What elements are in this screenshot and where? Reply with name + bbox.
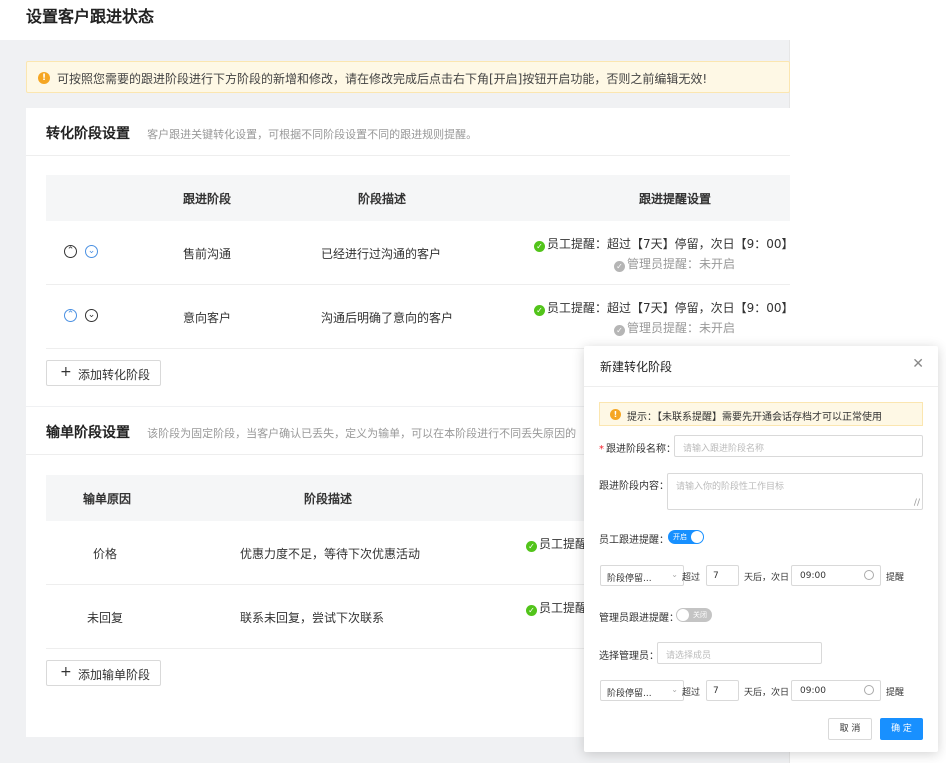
over-text: 超过 xyxy=(682,688,701,698)
time-picker[interactable]: 09:00 xyxy=(791,680,881,701)
toggle-knob xyxy=(677,609,689,621)
staff-reminder: ✓ 员工提醒：超过【7天】停留，次日【9：00】 xyxy=(534,299,794,316)
col-stage: 跟进阶段 xyxy=(183,192,232,206)
loss-heading: 输单阶段设置 xyxy=(46,425,130,441)
close-icon[interactable]: ✕ xyxy=(912,356,924,372)
confirm-button[interactable]: 确 定 xyxy=(880,718,923,740)
col-description: 阶段描述 xyxy=(304,492,353,506)
rule-type-select[interactable]: 阶段停留... ⌄ xyxy=(600,680,684,701)
after-text: 天后，次日 xyxy=(744,573,790,583)
admin-reminder-toggle[interactable]: 关闭 xyxy=(676,608,712,622)
add-conversion-stage-button[interactable]: + 添加转化阶段 xyxy=(46,360,161,386)
dialog-tip: ! 提示：【未联系提醒】需要先开通会话存档才可以正常使用 xyxy=(599,402,923,426)
check-circle-icon: ✓ xyxy=(614,325,625,336)
loss-reason: 价格 xyxy=(93,547,118,561)
check-circle-icon: ✓ xyxy=(526,541,537,552)
add-loss-stage-button[interactable]: + 添加输单阶段 xyxy=(46,660,161,686)
conversion-header: 转化阶段设置 客户跟进关键转化设置，可根据不同阶段设置不同的跟进规则提醒。 xyxy=(46,123,477,143)
cancel-button[interactable]: 取 消 xyxy=(828,718,872,740)
remind-text: 提醒 xyxy=(886,688,905,698)
title-bar: 设置客户跟进状态 xyxy=(0,0,790,40)
warning-icon: ! xyxy=(38,72,50,84)
staff-reminder: ✓ 员工提醒：超过【7天】停留，次日【9：00】 xyxy=(534,235,794,252)
loss-desc: 联系未回复，尝试下次联系 xyxy=(240,611,385,625)
clock-icon xyxy=(864,570,874,580)
move-up-icon[interactable]: ⌃ xyxy=(64,309,77,322)
col-reason: 输单原因 xyxy=(83,492,132,506)
check-circle-icon: ✓ xyxy=(614,261,625,272)
dialog-title: 新建转化阶段 xyxy=(600,360,673,374)
days-input[interactable]: 7 xyxy=(706,680,739,701)
remind-text: 提醒 xyxy=(886,573,905,583)
loss-header: 输单阶段设置 该阶段为固定阶段，当客户确认已丢失，定义为输单，可以在本阶段进行不… xyxy=(46,422,576,442)
move-down-icon[interactable]: ⌄ xyxy=(85,245,98,258)
days-input[interactable]: 7 xyxy=(706,565,739,586)
resize-handle-icon[interactable]: // xyxy=(914,498,920,508)
move-down-icon[interactable]: ⌄ xyxy=(85,309,98,322)
move-up-icon[interactable]: ⌃ xyxy=(64,245,77,258)
warning-icon: ! xyxy=(610,409,621,420)
after-text: 天后，次日 xyxy=(744,688,790,698)
staff-reminder-toggle[interactable]: 开启 xyxy=(668,530,704,544)
stage-name-label: * 跟进阶段名称： xyxy=(599,444,676,455)
conversion-table-header: 跟进阶段 阶段描述 跟进提醒设置 xyxy=(46,175,790,221)
select-admin-input[interactable]: 请选择成员 xyxy=(657,642,822,664)
loss-description: 该阶段为固定阶段，当客户确认已丢失，定义为输单，可以在本阶段进行不同丢失原因的 xyxy=(147,427,577,440)
check-circle-icon: ✓ xyxy=(534,241,545,252)
table-row: ⌃ ⌄ 售前沟通 已经进行过沟通的客户 ✓ 员工提醒：超过【7天】停留，次日【9：… xyxy=(46,221,794,285)
select-admin-label: 选择管理员： xyxy=(599,651,659,662)
loss-desc: 优惠力度不足，等待下次优惠活动 xyxy=(240,547,421,561)
divider xyxy=(584,386,938,387)
chevron-down-icon: ⌄ xyxy=(671,685,678,694)
plus-icon: + xyxy=(60,364,72,380)
admin-reminder: ✓ 管理员提醒：未开启 xyxy=(614,255,735,272)
dialog-tip-text: 提示：【未联系提醒】需要先开通会话存档才可以正常使用 xyxy=(627,412,882,423)
over-text: 超过 xyxy=(682,573,701,583)
new-stage-dialog: 新建转化阶段 ✕ ! 提示：【未联系提醒】需要先开通会话存档才可以正常使用 * 跟… xyxy=(584,346,938,752)
staff-reminder-label: 员工跟进提醒： xyxy=(599,535,669,546)
stage-name: 意向客户 xyxy=(183,311,232,325)
conversion-description: 客户跟进关键转化设置，可根据不同阶段设置不同的跟进规则提醒。 xyxy=(147,128,478,141)
notice-banner: ! 可按照您需要的跟进阶段进行下方阶段的新增和修改，请在修改完成后点击右下角[开… xyxy=(26,61,790,93)
col-reminder: 跟进提醒设置 xyxy=(639,192,712,206)
notice-text: 可按照您需要的跟进阶段进行下方阶段的新增和修改，请在修改完成后点击右下角[开启]… xyxy=(57,72,708,86)
stage-desc: 已经进行过沟通的客户 xyxy=(321,247,442,261)
page-title: 设置客户跟进状态 xyxy=(26,7,155,26)
col-description: 阶段描述 xyxy=(358,192,407,206)
conversion-heading: 转化阶段设置 xyxy=(46,126,130,142)
admin-reminder-label: 管理员跟进提醒： xyxy=(599,613,679,624)
stage-content-textarea[interactable]: 请输入你的阶段性工作目标 // xyxy=(667,473,923,510)
toggle-knob xyxy=(691,531,703,543)
admin-reminder: ✓ 管理员提醒：未开启 xyxy=(614,319,735,336)
check-circle-icon: ✓ xyxy=(534,305,545,316)
plus-icon: + xyxy=(60,664,72,680)
staff-reminder: ✓ 员工提醒 xyxy=(526,535,587,552)
divider xyxy=(26,155,790,156)
check-circle-icon: ✓ xyxy=(526,605,537,616)
chevron-down-icon: ⌄ xyxy=(671,570,678,579)
stage-content-label: 跟进阶段内容： xyxy=(599,481,669,492)
time-picker[interactable]: 09:00 xyxy=(791,565,881,586)
stage-name-input[interactable]: 请输入跟进阶段名称 xyxy=(674,435,923,457)
clock-icon xyxy=(864,685,874,695)
staff-reminder: ✓ 员工提醒 xyxy=(526,599,587,616)
table-row: ⌃ ⌄ 意向客户 沟通后明确了意向的客户 ✓ 员工提醒：超过【7天】停留，次日【9… xyxy=(46,285,794,349)
stage-desc: 沟通后明确了意向的客户 xyxy=(321,311,454,325)
loss-reason: 未回复 xyxy=(87,611,124,625)
stage-name: 售前沟通 xyxy=(183,247,232,261)
rule-type-select[interactable]: 阶段停留... ⌄ xyxy=(600,565,684,586)
